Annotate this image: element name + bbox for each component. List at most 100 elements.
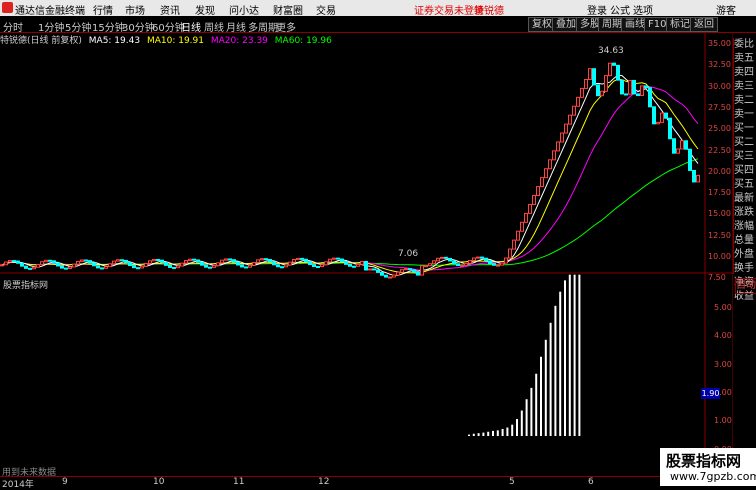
kline-chart[interactable]: 34.63 7.06 <box>0 33 733 476</box>
candlestick <box>476 256 480 259</box>
candlestick <box>656 121 660 125</box>
indicator-bar <box>492 430 494 436</box>
candlestick <box>292 259 296 263</box>
indicator-tick: 3.00 <box>714 359 732 369</box>
indicator-bar <box>573 274 576 436</box>
price-tick: 10.00 <box>708 252 731 261</box>
candlestick <box>552 150 556 161</box>
period-weekly[interactable]: 周线 <box>204 19 224 34</box>
candlestick <box>188 258 192 261</box>
candlestick <box>444 256 448 259</box>
price-tick: 35.00 <box>708 39 731 48</box>
ma20-line <box>1 86 699 271</box>
period-multi[interactable]: 多周期 <box>248 19 278 34</box>
period-monthly[interactable]: 月线 <box>226 19 246 34</box>
candlestick <box>620 79 624 95</box>
period-1min[interactable]: 1分钟 <box>38 19 64 34</box>
candlestick <box>504 257 508 264</box>
menu-trade[interactable]: 交易 <box>316 2 336 17</box>
quote-field-label: 委比 <box>734 39 754 50</box>
period-60min[interactable]: 60分钟 <box>152 19 185 34</box>
candlestick <box>608 62 612 77</box>
back-button[interactable]: 返回 <box>690 17 718 32</box>
indicator-bar <box>511 424 514 436</box>
candlestick <box>20 262 24 267</box>
period-5min[interactable]: 5分钟 <box>65 19 91 34</box>
period-15min[interactable]: 15分钟 <box>92 19 125 34</box>
indicator-bar <box>564 280 566 436</box>
date-axis: 2014年 9 10 11 12 5 6 <box>0 476 756 490</box>
indicator-tick: 1.00 <box>714 416 732 426</box>
quote-field-label: 总量 <box>734 235 754 246</box>
guest-label[interactable]: 游客 <box>716 2 736 17</box>
candlestick <box>464 262 468 266</box>
candlestick <box>236 261 240 266</box>
candlestick <box>284 264 288 268</box>
candlestick <box>628 79 632 95</box>
indicator-bar <box>501 428 504 436</box>
price-tick: 32.50 <box>708 60 731 70</box>
candlestick <box>280 266 284 269</box>
candlestick <box>412 269 416 273</box>
period-daily[interactable]: 日线 <box>181 19 201 34</box>
low-annotation: 7.06 <box>398 249 418 259</box>
candlestick <box>112 260 116 265</box>
candlestick <box>516 230 520 241</box>
candlestick <box>624 93 628 96</box>
candlestick <box>264 258 268 261</box>
candlestick <box>540 177 544 188</box>
candlestick <box>136 267 140 270</box>
candlestick <box>88 260 92 264</box>
menu-markets[interactable]: 市场 <box>125 2 145 17</box>
candlestick <box>0 264 4 267</box>
menu-login[interactable]: 登录 <box>587 2 607 17</box>
period-tick[interactable]: 分时 <box>3 19 23 34</box>
candlestick <box>452 260 456 265</box>
menu-market[interactable]: 行情 <box>93 2 113 17</box>
candlestick <box>508 248 512 259</box>
candlestick <box>48 259 52 262</box>
candlestick <box>556 141 560 152</box>
candlestick <box>156 258 160 261</box>
indicator-current-value: 1.90 <box>701 388 720 399</box>
candlestick <box>40 261 44 265</box>
candlestick <box>312 264 316 267</box>
candlestick <box>520 221 524 232</box>
quote-field-label: 卖四 <box>734 67 754 78</box>
candlestick <box>184 259 188 264</box>
candlestick <box>56 262 60 267</box>
candlestick <box>8 260 12 263</box>
menu-options[interactable]: 选项 <box>633 2 653 17</box>
menu-news[interactable]: 资讯 <box>160 2 180 17</box>
candlestick <box>404 268 408 271</box>
candlestick <box>432 260 436 265</box>
indicator-bar <box>544 339 547 436</box>
candlestick <box>376 269 380 273</box>
candlestick <box>676 148 680 154</box>
watermark-title: 股票指标网 <box>666 452 742 470</box>
date-tick: 11 <box>233 477 245 487</box>
candlestick <box>696 174 700 183</box>
candlestick <box>496 264 500 267</box>
candlestick <box>152 258 156 262</box>
auto-button[interactable]: 自动 <box>735 278 756 294</box>
menu-wealth-circle[interactable]: 财富圈 <box>273 2 303 17</box>
high-annotation: 34.63 <box>598 46 624 56</box>
menu-discover[interactable]: 发现 <box>195 2 215 17</box>
watermark-url: www.7gpzb.com <box>670 470 756 483</box>
candlestick <box>324 261 328 266</box>
candlestick <box>96 265 100 269</box>
candlestick <box>648 87 652 108</box>
indicator-bar <box>487 431 490 436</box>
period-30min[interactable]: 30分钟 <box>122 19 155 34</box>
candlestick <box>472 257 476 261</box>
menu-wenxiaoda[interactable]: 问小达 <box>229 2 259 17</box>
candlestick <box>12 260 16 263</box>
candlestick <box>592 68 596 86</box>
menu-formula[interactable]: 公式 <box>610 2 630 17</box>
candlestick <box>196 259 200 263</box>
period-more[interactable]: 更多 <box>276 19 296 34</box>
quote-field-label: 买一 <box>734 123 754 134</box>
candlestick <box>392 274 396 278</box>
candlestick <box>524 212 528 223</box>
